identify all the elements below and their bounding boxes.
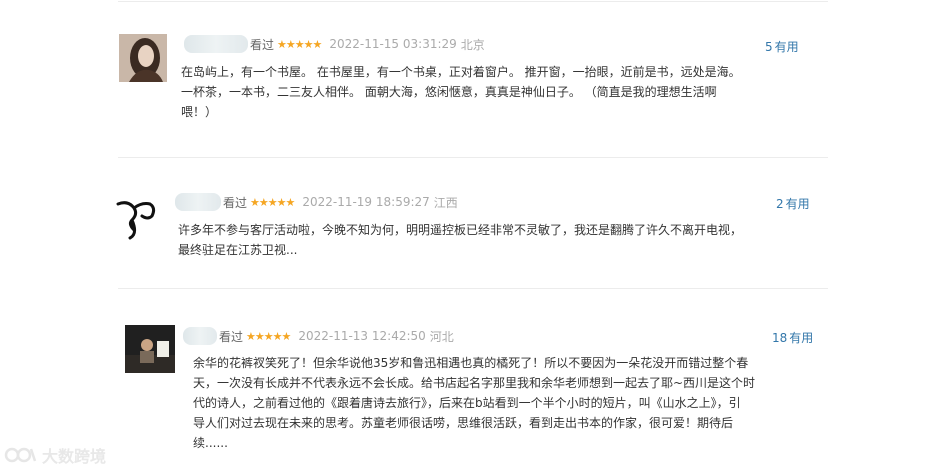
- comment-text: 在岛屿上，有一个书屋。 在书屋里，有一个书桌，正对着窗户。 推开窗，一抬眼，近前…: [181, 62, 741, 122]
- avatar-portrait-icon: [119, 34, 167, 82]
- comment-line: 最终驻足在江苏卫视...: [178, 243, 298, 257]
- avatar[interactable]: [125, 325, 175, 373]
- comment-time: 2022-11-15 03:31:29: [329, 37, 457, 51]
- useful-count: 18: [772, 331, 788, 345]
- divider-top: [118, 1, 828, 2]
- comment-location: 江西: [433, 195, 458, 210]
- comment-meta: 看过 ★★★★★ 2022-11-19 18:59:27 江西: [175, 193, 458, 211]
- watermark-logo-icon: [4, 447, 37, 463]
- comment-location: 北京: [460, 37, 485, 52]
- comment-line: 续......: [193, 436, 228, 450]
- divider-1: [118, 157, 828, 158]
- status-seen: 看过: [250, 37, 275, 52]
- comment-location: 河北: [429, 329, 454, 344]
- comment-line: 天，一次没有长成并不代表永远不会长成。给书店起名字那里我和余华老师想到一起去了耶…: [193, 376, 756, 390]
- useful-vote[interactable]: 18 有用: [772, 329, 813, 346]
- rating-stars: ★★★★★: [277, 37, 322, 51]
- watermark: 大数跨境: [4, 443, 106, 467]
- comment-line: 一杯茶，一本书，二三友人相伴。 面朝大海，悠闲惬意，真真是神仙日子。 （简直是我…: [181, 85, 717, 99]
- comment-meta: 看过 ★★★★★ 2022-11-13 12:42:50 河北: [183, 327, 454, 345]
- comment-line: 导人们对过去现在未来的思考。苏童老师很话唠，思维很活跃，看到走出书本的作家，很可…: [193, 416, 734, 430]
- comment-line: 许多年不参与客厅活动啦，今晚不知为何，明明遥控板已经非常不灵敏了，我还是翻腾了许…: [178, 223, 743, 237]
- useful-label[interactable]: 有用: [786, 197, 810, 211]
- divider-2: [118, 288, 828, 289]
- username-blurred[interactable]: [175, 193, 221, 211]
- useful-vote[interactable]: 2 有用: [776, 195, 810, 212]
- avatar-photo-icon: [125, 325, 175, 373]
- comment-time: 2022-11-19 18:59:27: [302, 195, 430, 209]
- rating-stars: ★★★★★: [250, 195, 295, 209]
- useful-label[interactable]: 有用: [775, 40, 799, 54]
- useful-label[interactable]: 有用: [789, 331, 813, 345]
- comment-text: 余华的花裤衩笑死了！但余华说他35岁和鲁迅相遇也真的橘死了！所以不要因为一朵花没…: [193, 353, 755, 453]
- comment-line: 余华的花裤衩笑死了！但余华说他35岁和鲁迅相遇也真的橘死了！所以不要因为一朵花没…: [193, 356, 749, 370]
- rating-stars: ★★★★★: [246, 329, 291, 343]
- status-seen: 看过: [223, 195, 248, 210]
- watermark-text: 大数跨境: [42, 447, 107, 466]
- comment-meta: 看过 ★★★★★ 2022-11-15 03:31:29 北京: [184, 35, 485, 53]
- avatar[interactable]: [119, 34, 167, 82]
- username-blurred[interactable]: [183, 327, 217, 345]
- comment-line: 在岛屿上，有一个书屋。 在书屋里，有一个书桌，正对着窗户。 推开窗，一抬眼，近前…: [181, 65, 741, 79]
- comment-line: 代的诗人，之前看过他的《跟着唐诗去旅行》，后来在b站看到一个半个小时的短片，叫《…: [193, 396, 741, 410]
- username-blurred[interactable]: [184, 35, 248, 53]
- useful-count: 5: [765, 40, 773, 54]
- comment-line: 喂！）: [181, 105, 218, 119]
- comment-text: 许多年不参与客厅活动啦，今晚不知为何，明明遥控板已经非常不灵敏了，我还是翻腾了许…: [178, 220, 742, 260]
- useful-count: 2: [776, 197, 784, 211]
- avatar-dancer-icon: [112, 190, 162, 240]
- avatar[interactable]: [112, 190, 162, 240]
- comment-time: 2022-11-13 12:42:50: [298, 329, 426, 343]
- useful-vote[interactable]: 5 有用: [765, 38, 799, 55]
- status-seen: 看过: [219, 329, 244, 344]
